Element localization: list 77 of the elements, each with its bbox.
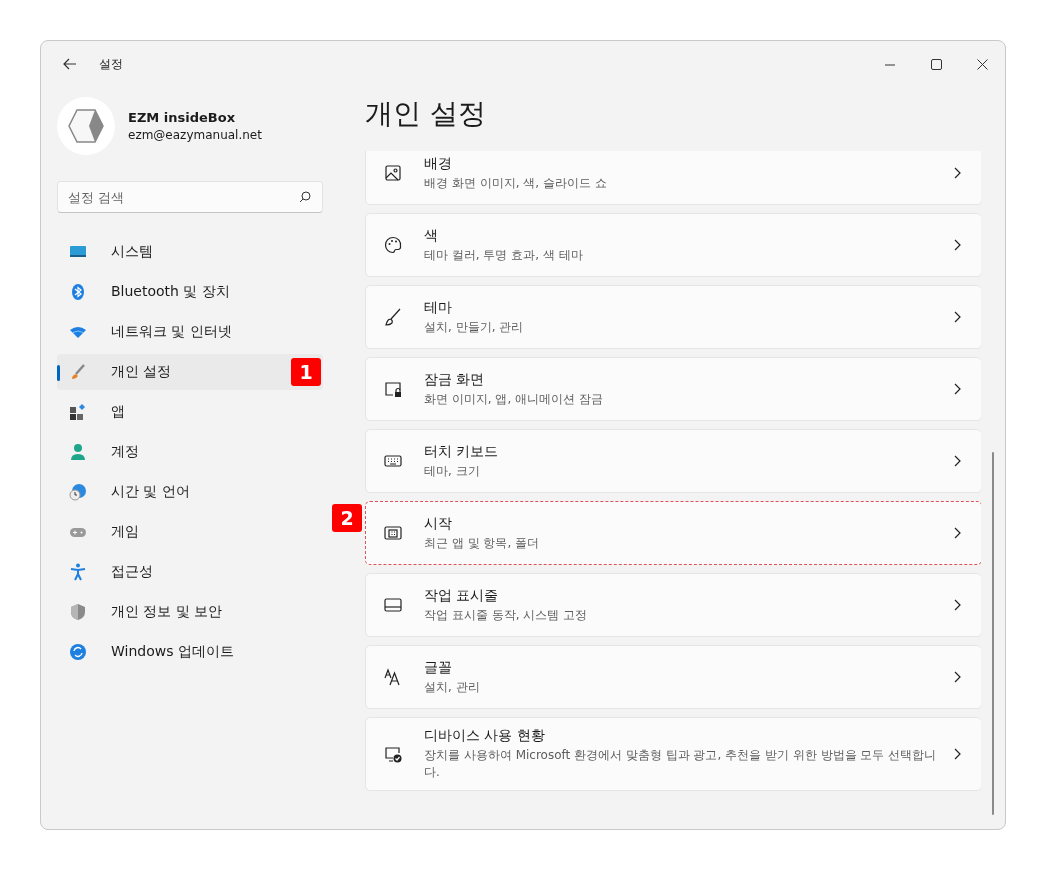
chevron-right-icon — [953, 239, 961, 251]
sidebar-item[interactable]: Windows 업데이트 — [57, 634, 323, 670]
card-title: 잠금 화면 — [424, 370, 486, 389]
accessibility-icon — [69, 563, 87, 581]
selection-indicator — [57, 365, 60, 381]
chevron-right-icon — [953, 748, 961, 760]
card-title: 테마 — [424, 298, 453, 317]
card-title: 시작 — [424, 514, 453, 533]
chevron-right-icon — [953, 527, 961, 539]
sidebar-item[interactable]: 네트워크 및 인터넷 — [57, 314, 323, 350]
card-title: 디바이스 사용 현황 — [424, 727, 546, 745]
page-title: 개인 설정 — [365, 96, 487, 132]
account-email: ezm@eazymanual.net — [128, 128, 262, 142]
brush-icon — [69, 363, 87, 381]
sidebar-item[interactable]: Bluetooth 및 장치 — [57, 274, 323, 310]
chevron-right-icon — [953, 311, 961, 323]
card-description: 최근 앱 및 항목, 폴더 — [424, 534, 541, 552]
card-description: 장치를 사용하여 Microsoft 환경에서 맞춤형 팁과 광고, 추천을 받기 위한 방법을 모두 선택합니다. — [424, 747, 938, 781]
person-icon — [69, 443, 87, 461]
device-check-icon — [384, 745, 402, 763]
search-field[interactable]: 설정 검색 — [57, 181, 323, 213]
brush-icon — [384, 308, 402, 326]
card-description: 설치, 관리 — [424, 678, 481, 696]
chevron-right-icon — [953, 167, 961, 179]
settings-card[interactable]: 터치 키보드 테마, 크기 — [365, 429, 981, 493]
lock-screen-icon — [384, 380, 402, 398]
close-icon — [976, 58, 988, 70]
settings-card[interactable]: 글꼴 설치, 관리 — [365, 645, 981, 709]
back-arrow-icon — [63, 58, 77, 70]
settings-card[interactable]: 배경 배경 화면 이미지, 색, 슬라이드 쇼 — [365, 151, 981, 205]
update-icon — [69, 643, 87, 661]
card-description: 테마, 크기 — [424, 462, 481, 480]
sidebar-item[interactable]: 시간 및 언어 — [57, 474, 323, 510]
card-title: 작업 표시줄 — [424, 586, 500, 605]
window-title: 설정 — [99, 55, 123, 73]
settings-card[interactable]: 작업 표시줄 작업 표시줄 동작, 시스템 고정 — [365, 573, 981, 637]
palette-icon — [384, 236, 402, 254]
taskbar-icon — [384, 596, 402, 614]
sidebar-item[interactable]: 개인 정보 및 보안 — [57, 594, 323, 630]
font-icon — [384, 668, 402, 686]
card-title: 터치 키보드 — [424, 442, 500, 461]
card-title: 배경 — [424, 154, 453, 173]
sidebar-item[interactable]: 게임 — [57, 514, 323, 550]
account-name: EZM insideBox — [128, 110, 237, 125]
callout-number: 1 — [291, 358, 321, 386]
card-description: 테마 컬러, 투명 효과, 색 테마 — [424, 246, 584, 264]
sidebar-item[interactable]: 시스템 — [57, 234, 323, 270]
card-description: 화면 이미지, 앱, 애니메이션 잠금 — [424, 390, 604, 408]
shield-icon — [69, 603, 87, 621]
apps-icon — [69, 403, 87, 421]
card-description: 작업 표시줄 동작, 시스템 고정 — [424, 606, 589, 624]
maximize-icon — [930, 58, 942, 70]
callout-number: 2 — [332, 504, 362, 532]
card-title: 글꼴 — [424, 658, 453, 677]
chevron-right-icon — [953, 383, 961, 395]
card-title: 색 — [424, 226, 439, 245]
sidebar-item[interactable]: 접근성 — [57, 554, 323, 590]
scrollbar[interactable] — [992, 452, 994, 815]
globe-clock-icon — [69, 483, 87, 501]
bluetooth-icon — [69, 283, 87, 301]
card-description: 배경 화면 이미지, 색, 슬라이드 쇼 — [424, 174, 608, 192]
keyboard-icon — [384, 452, 402, 470]
chevron-right-icon — [953, 455, 961, 467]
chevron-right-icon — [953, 599, 961, 611]
chevron-right-icon — [953, 671, 961, 683]
sidebar-item[interactable]: 개인 설정 1 — [57, 354, 323, 390]
search-icon — [299, 191, 311, 203]
settings-card[interactable]: 테마 설치, 만들기, 관리 — [365, 285, 981, 349]
settings-card[interactable]: 잠금 화면 화면 이미지, 앱, 애니메이션 잠금 — [365, 357, 981, 421]
sidebar-item[interactable]: 계정 — [57, 434, 323, 470]
hexagon-logo-icon — [68, 109, 104, 143]
card-description: 설치, 만들기, 관리 — [424, 318, 525, 336]
sidebar-item[interactable]: 앱 — [57, 394, 323, 430]
image-icon — [384, 164, 402, 182]
settings-card[interactable]: 디바이스 사용 현황 장치를 사용하여 Microsoft 환경에서 맞춤형 팁과 광고, 추천을 받기 위한 방법을 모두 선택합니다. — [365, 717, 981, 791]
start-menu-icon — [384, 524, 402, 542]
settings-card[interactable]: 색 테마 컬러, 투명 효과, 색 테마 — [365, 213, 981, 277]
